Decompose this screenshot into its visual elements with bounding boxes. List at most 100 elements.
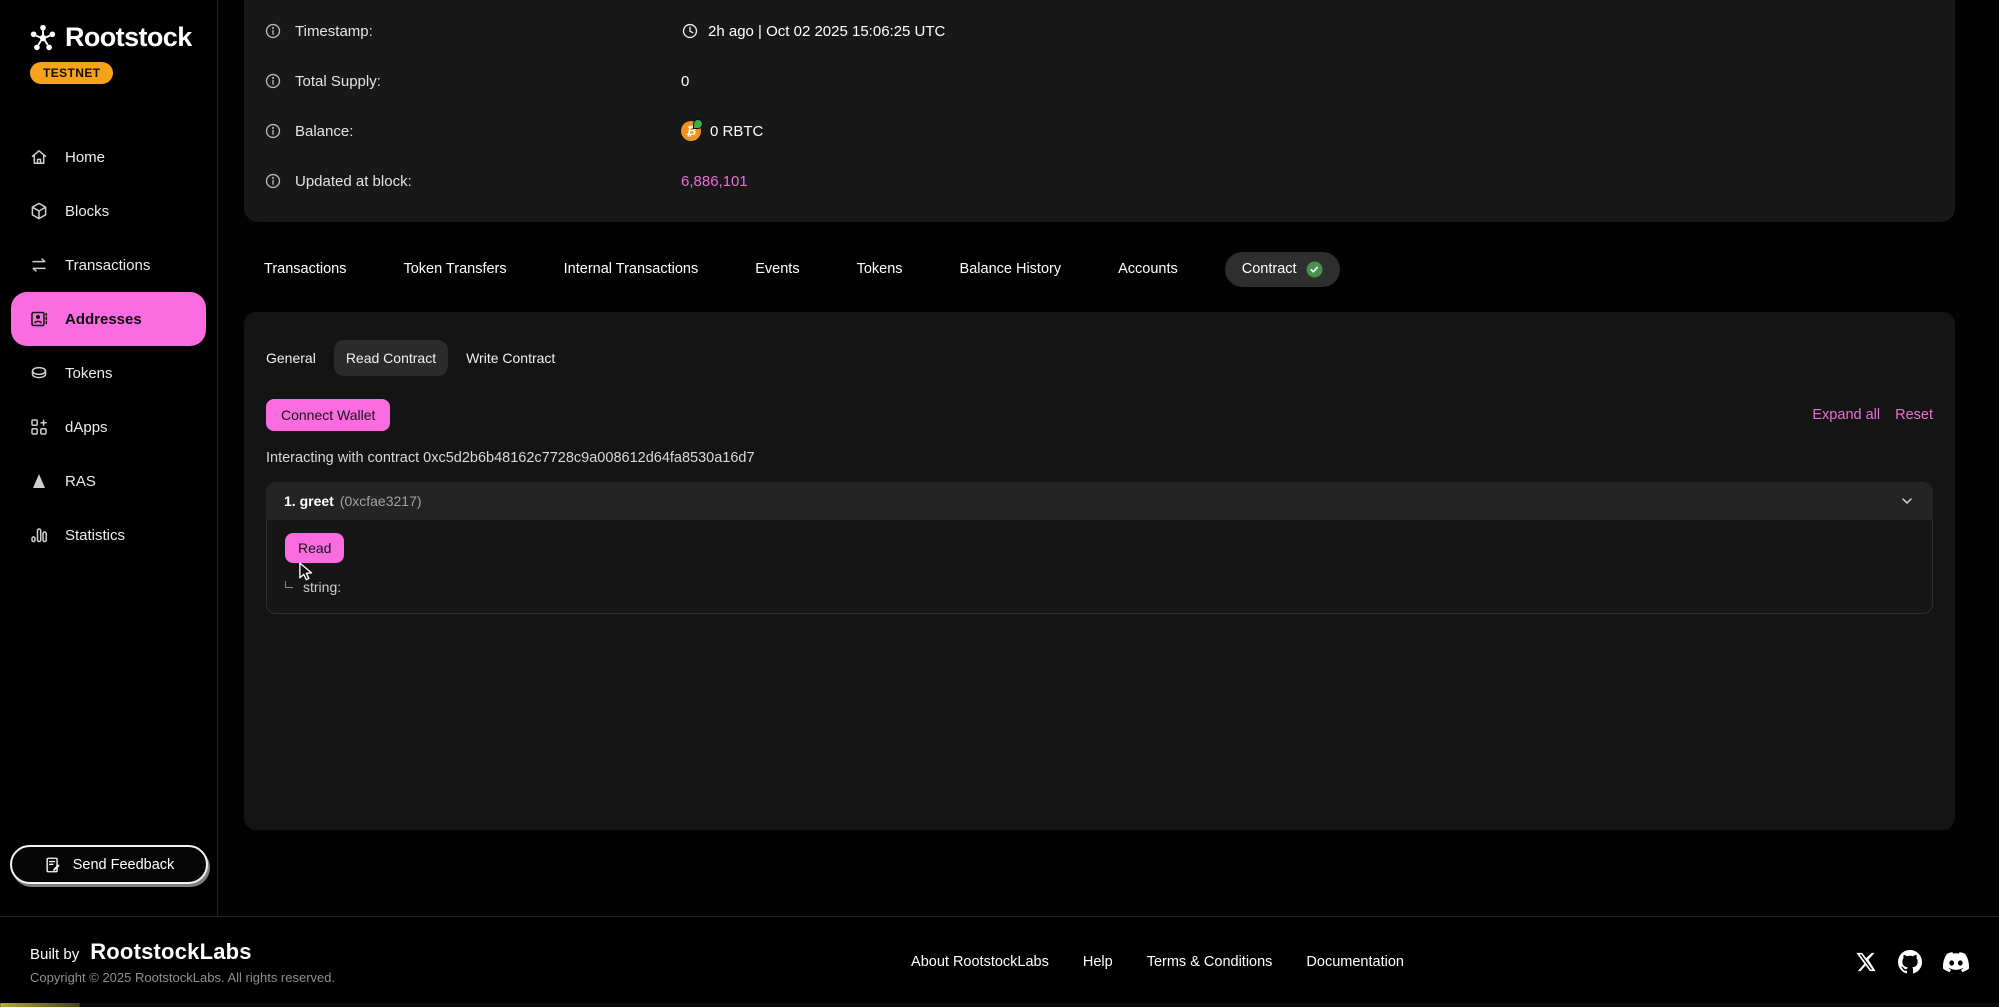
sidebar-item-label: Tokens [65, 365, 113, 382]
accordion-controls: Expand all Reset [1812, 407, 1933, 423]
tab-accounts[interactable]: Accounts [1118, 261, 1178, 277]
subtab-general[interactable]: General [266, 340, 316, 376]
method-accordion-header[interactable]: 1. greet (0xcfae3217) [266, 482, 1933, 520]
address-tabs: Transactions Token Transfers Internal Tr… [264, 246, 1955, 292]
balance-value: 0 RBTC [710, 123, 763, 140]
footer-link-documentation[interactable]: Documentation [1306, 954, 1404, 970]
tab-tokens[interactable]: Tokens [857, 261, 903, 277]
verified-check-icon [1306, 261, 1323, 278]
contract-subtabs: General Read Contract Write Contract [266, 340, 1933, 376]
footer-link-terms[interactable]: Terms & Conditions [1147, 954, 1273, 970]
subtab-write-contract[interactable]: Write Contract [466, 340, 555, 376]
sidebar-item-label: Home [65, 149, 105, 166]
sidebar: Rootstock TESTNET Home [0, 0, 218, 916]
method-result-row: string: [285, 579, 1914, 595]
feedback-form-icon [44, 856, 62, 874]
x-twitter-icon[interactable] [1855, 951, 1877, 973]
info-icon[interactable] [264, 122, 282, 140]
chevron-down-icon[interactable] [1899, 493, 1915, 509]
info-row-timestamp: Timestamp: 2h ago | Oct 02 2025 15:06:25… [264, 6, 1955, 56]
info-icon[interactable] [264, 22, 282, 40]
rootstock-explorer-page: Rootstock TESTNET Home [0, 0, 1999, 1007]
block-number-link[interactable]: 6,886,101 [681, 173, 748, 190]
social-icons [1855, 949, 1969, 975]
tab-balance-history[interactable]: Balance History [960, 261, 1062, 277]
address-info-card: Timestamp: 2h ago | Oct 02 2025 15:06:25… [244, 0, 1955, 222]
subtab-read-contract[interactable]: Read Contract [334, 340, 448, 376]
method-name: 1. greet [284, 493, 334, 509]
content-row: Rootstock TESTNET Home [0, 0, 1999, 916]
tab-token-transfers[interactable]: Token Transfers [403, 261, 506, 277]
bar-chart-icon [28, 525, 49, 546]
dapps-grid-icon [28, 417, 49, 438]
testnet-badge: TESTNET [30, 62, 113, 84]
address-card-icon [28, 309, 49, 330]
sidebar-item-transactions[interactable]: Transactions [0, 238, 217, 292]
info-row-balance: Balance: ₿ 0 RBTC [264, 106, 1955, 156]
tab-events[interactable]: Events [755, 261, 799, 277]
feedback-label: Send Feedback [73, 857, 175, 873]
balance-label: Balance: [295, 123, 353, 140]
coin-icon [28, 363, 49, 384]
scrollbar-thumb[interactable] [0, 1003, 80, 1007]
clock-icon [681, 22, 699, 40]
sidebar-item-statistics[interactable]: Statistics [0, 508, 217, 562]
github-icon[interactable] [1898, 950, 1922, 974]
result-branch-icon [285, 581, 293, 588]
footer: Built by RootstockLabs Copyright © 2025 … [0, 916, 1999, 1007]
sidebar-item-label: Transactions [65, 257, 150, 274]
interacting-with-contract-text: Interacting with contract 0xc5d2b6b48162… [266, 450, 1933, 466]
sidebar-item-label: RAS [65, 473, 96, 490]
logo-block: Rootstock TESTNET [0, 22, 217, 84]
method-title: 1. greet (0xcfae3217) [284, 493, 422, 509]
rootstock-logo-icon [28, 23, 58, 53]
logo-text: Rootstock [65, 22, 192, 53]
footer-links: About RootstockLabs Help Terms & Conditi… [460, 954, 1855, 970]
info-row-total-supply: Total Supply: 0 [264, 56, 1955, 106]
sidebar-item-label: Statistics [65, 527, 125, 544]
swap-arrows-icon [28, 255, 49, 276]
footer-link-about[interactable]: About RootstockLabs [911, 954, 1049, 970]
cube-icon [28, 201, 49, 222]
sidebar-item-blocks[interactable]: Blocks [0, 184, 217, 238]
tab-contract[interactable]: Contract [1225, 252, 1340, 287]
mountain-icon [28, 471, 49, 492]
main-content: Timestamp: 2h ago | Oct 02 2025 15:06:25… [218, 0, 1999, 916]
method-accordion: 1. greet (0xcfae3217) Read string: [266, 482, 1933, 614]
updated-block-label: Updated at block: [295, 173, 412, 190]
rbtc-icon: ₿ [681, 121, 701, 141]
sidebar-item-dapps[interactable]: dApps [0, 400, 217, 454]
tab-contract-label: Contract [1242, 261, 1297, 277]
rootstocklabs-logo[interactable]: RootstockLabs [90, 939, 252, 965]
discord-icon[interactable] [1943, 949, 1969, 975]
built-by-text: Built by [30, 946, 79, 963]
footer-brand-block: Built by RootstockLabs Copyright © 2025 … [30, 939, 460, 985]
sidebar-item-addresses[interactable]: Addresses [11, 292, 206, 346]
sidebar-item-label: Addresses [65, 311, 142, 328]
footer-link-help[interactable]: Help [1083, 954, 1113, 970]
result-type-label: string: [303, 579, 341, 595]
send-feedback-button[interactable]: Send Feedback [10, 845, 208, 884]
home-icon [28, 147, 49, 168]
info-icon[interactable] [264, 72, 282, 90]
method-selector: (0xcfae3217) [340, 493, 422, 509]
tab-transactions[interactable]: Transactions [264, 261, 346, 277]
reset-link[interactable]: Reset [1895, 407, 1933, 423]
sidebar-item-label: dApps [65, 419, 108, 436]
method-accordion-body: Read string: [266, 520, 1933, 614]
copyright-text: Copyright © 2025 RootstockLabs. All righ… [30, 970, 460, 985]
expand-all-link[interactable]: Expand all [1812, 407, 1880, 423]
rootstock-logo[interactable]: Rootstock [28, 22, 217, 53]
horizontal-scrollbar[interactable] [0, 1003, 1999, 1007]
sidebar-item-tokens[interactable]: Tokens [0, 346, 217, 400]
info-icon[interactable] [264, 172, 282, 190]
connect-wallet-button[interactable]: Connect Wallet [266, 399, 390, 431]
sidebar-item-home[interactable]: Home [0, 130, 217, 184]
info-row-updated-block: Updated at block: 6,886,101 [264, 156, 1955, 206]
timestamp-label: Timestamp: [295, 23, 373, 40]
tab-internal-transactions[interactable]: Internal Transactions [564, 261, 699, 277]
wallet-row: Connect Wallet Expand all Reset [266, 399, 1933, 431]
sidebar-item-ras[interactable]: RAS [0, 454, 217, 508]
read-button[interactable]: Read [285, 533, 344, 563]
sidebar-item-label: Blocks [65, 203, 109, 220]
